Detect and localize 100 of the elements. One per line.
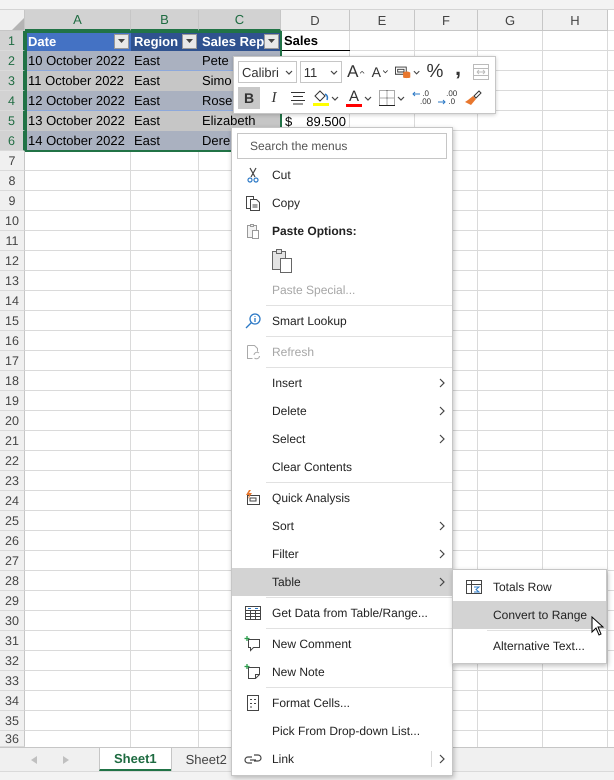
row-header[interactable]: 15: [0, 311, 25, 331]
row-header[interactable]: 3: [0, 71, 25, 91]
menu-item[interactable]: Totals Row: [453, 573, 606, 601]
row-header[interactable]: 2: [0, 51, 25, 71]
row-header[interactable]: 8: [0, 171, 25, 191]
row-header[interactable]: 24: [0, 491, 25, 511]
row-header[interactable]: 16: [0, 331, 25, 351]
comma-button[interactable]: ,: [448, 61, 468, 83]
row-header[interactable]: 1: [0, 31, 25, 51]
table-cell: 14 October 2022: [25, 131, 131, 151]
menu-item[interactable]: Convert to Range: [453, 601, 606, 629]
row-header[interactable]: 32: [0, 651, 25, 671]
row-header[interactable]: 19: [0, 391, 25, 411]
menu-item[interactable]: Copy: [232, 189, 452, 217]
borders-button[interactable]: [377, 87, 407, 109]
increase-decimal-button[interactable]: .0 .00: [410, 87, 434, 109]
menu-item[interactable]: Table: [232, 568, 452, 596]
filter-button[interactable]: [182, 34, 197, 48]
menu-item[interactable]: Insert: [232, 369, 452, 397]
chevron-icon: [438, 406, 446, 416]
merge-icon: [473, 64, 489, 80]
menu-item[interactable]: New Note: [232, 658, 452, 686]
row-header[interactable]: 5: [0, 111, 25, 131]
bold-button[interactable]: B: [238, 87, 260, 109]
table-cell: East: [131, 131, 199, 151]
menu-item[interactable]: Quick Analysis: [232, 484, 452, 512]
row-header[interactable]: 31: [0, 631, 25, 651]
column-header[interactable]: G: [478, 10, 543, 31]
row-header[interactable]: 36: [0, 731, 25, 747]
row-header[interactable]: 34: [0, 691, 25, 711]
row-header[interactable]: 9: [0, 191, 25, 211]
column-header[interactable]: H: [543, 10, 608, 31]
copy-icon: [244, 194, 262, 212]
row-header[interactable]: 18: [0, 371, 25, 391]
menu-item[interactable]: Clear Contents: [232, 453, 452, 481]
font-color-button[interactable]: A: [344, 87, 374, 109]
chevron-icon: [438, 549, 446, 559]
row-header[interactable]: 26: [0, 531, 25, 551]
chevron-icon: [438, 754, 446, 764]
column-header[interactable]: E: [350, 10, 415, 31]
chevron-icon: [330, 70, 338, 74]
clipboard-icon[interactable]: [270, 248, 294, 274]
menu-item[interactable]: Alternative Text...: [453, 632, 606, 660]
row-header[interactable]: 17: [0, 351, 25, 371]
row-header[interactable]: 4: [0, 91, 25, 111]
table-cell: 89.500: [306, 114, 346, 128]
chevron-icon: [438, 577, 446, 587]
row-header[interactable]: 22: [0, 451, 25, 471]
menu-item[interactable]: Smart Lookup: [232, 307, 452, 335]
column-header[interactable]: F: [415, 10, 478, 31]
table-cell: East: [131, 91, 199, 111]
sheet-tab[interactable]: Sheet1: [99, 748, 172, 771]
menu-item[interactable]: Delete: [232, 397, 452, 425]
decrease-decimal-button[interactable]: .00 .0: [436, 87, 460, 109]
row-header[interactable]: 21: [0, 431, 25, 451]
column-title: Date: [28, 34, 56, 48]
row-header[interactable]: 33: [0, 671, 25, 691]
table-cell: East: [131, 51, 199, 71]
format-cells-icon: [244, 694, 262, 712]
row-header[interactable]: 27: [0, 551, 25, 571]
row-header[interactable]: 10: [0, 211, 25, 231]
row-header[interactable]: 29: [0, 591, 25, 611]
menu-item[interactable]: Sort: [232, 512, 452, 540]
menu-item[interactable]: Get Data from Table/Range...: [232, 599, 452, 627]
menu-item[interactable]: Pick From Drop-down List...: [232, 717, 452, 745]
filter-button[interactable]: [114, 34, 129, 48]
menu-item[interactable]: Cut: [232, 161, 452, 189]
caret-icon: [360, 70, 365, 74]
row-header[interactable]: 20: [0, 411, 25, 431]
row-header[interactable]: 7: [0, 151, 25, 171]
row-header[interactable]: 25: [0, 511, 25, 531]
search-field[interactable]: Search the menus: [237, 133, 447, 159]
shrink-font-button[interactable]: A: [370, 61, 390, 83]
grow-font-button[interactable]: A: [345, 61, 367, 83]
font-size-dropdown[interactable]: 11: [300, 61, 342, 83]
filter-button[interactable]: [264, 34, 279, 48]
row-header[interactable]: 11: [0, 231, 25, 251]
font-dropdown[interactable]: Calibri: [238, 61, 297, 83]
column-header[interactable]: B: [131, 10, 199, 31]
row-header[interactable]: 23: [0, 471, 25, 491]
menu-item[interactable]: New Comment: [232, 630, 452, 658]
row-header[interactable]: 35: [0, 711, 25, 731]
column-header[interactable]: C: [199, 10, 281, 31]
column-header[interactable]: A: [25, 10, 131, 31]
arrow-right-icon: [438, 99, 446, 105]
menu-item[interactable]: Filter: [232, 540, 452, 568]
menu-item[interactable]: Format Cells...: [232, 689, 452, 717]
menu-item[interactable]: Select: [232, 425, 452, 453]
chevron-icon: [438, 378, 446, 388]
row-header[interactable]: 13: [0, 271, 25, 291]
row-header[interactable]: 30: [0, 611, 25, 631]
row-header[interactable]: 28: [0, 571, 25, 591]
percent-button[interactable]: %: [425, 61, 445, 83]
row-header[interactable]: 12: [0, 251, 25, 271]
table-cell: East: [131, 111, 199, 131]
column-header[interactable]: D: [281, 10, 350, 31]
row-header[interactable]: 14: [0, 291, 25, 311]
row-header[interactable]: 6: [0, 131, 25, 151]
align-center-icon: [290, 91, 306, 105]
currency-symbol: $: [285, 114, 292, 128]
